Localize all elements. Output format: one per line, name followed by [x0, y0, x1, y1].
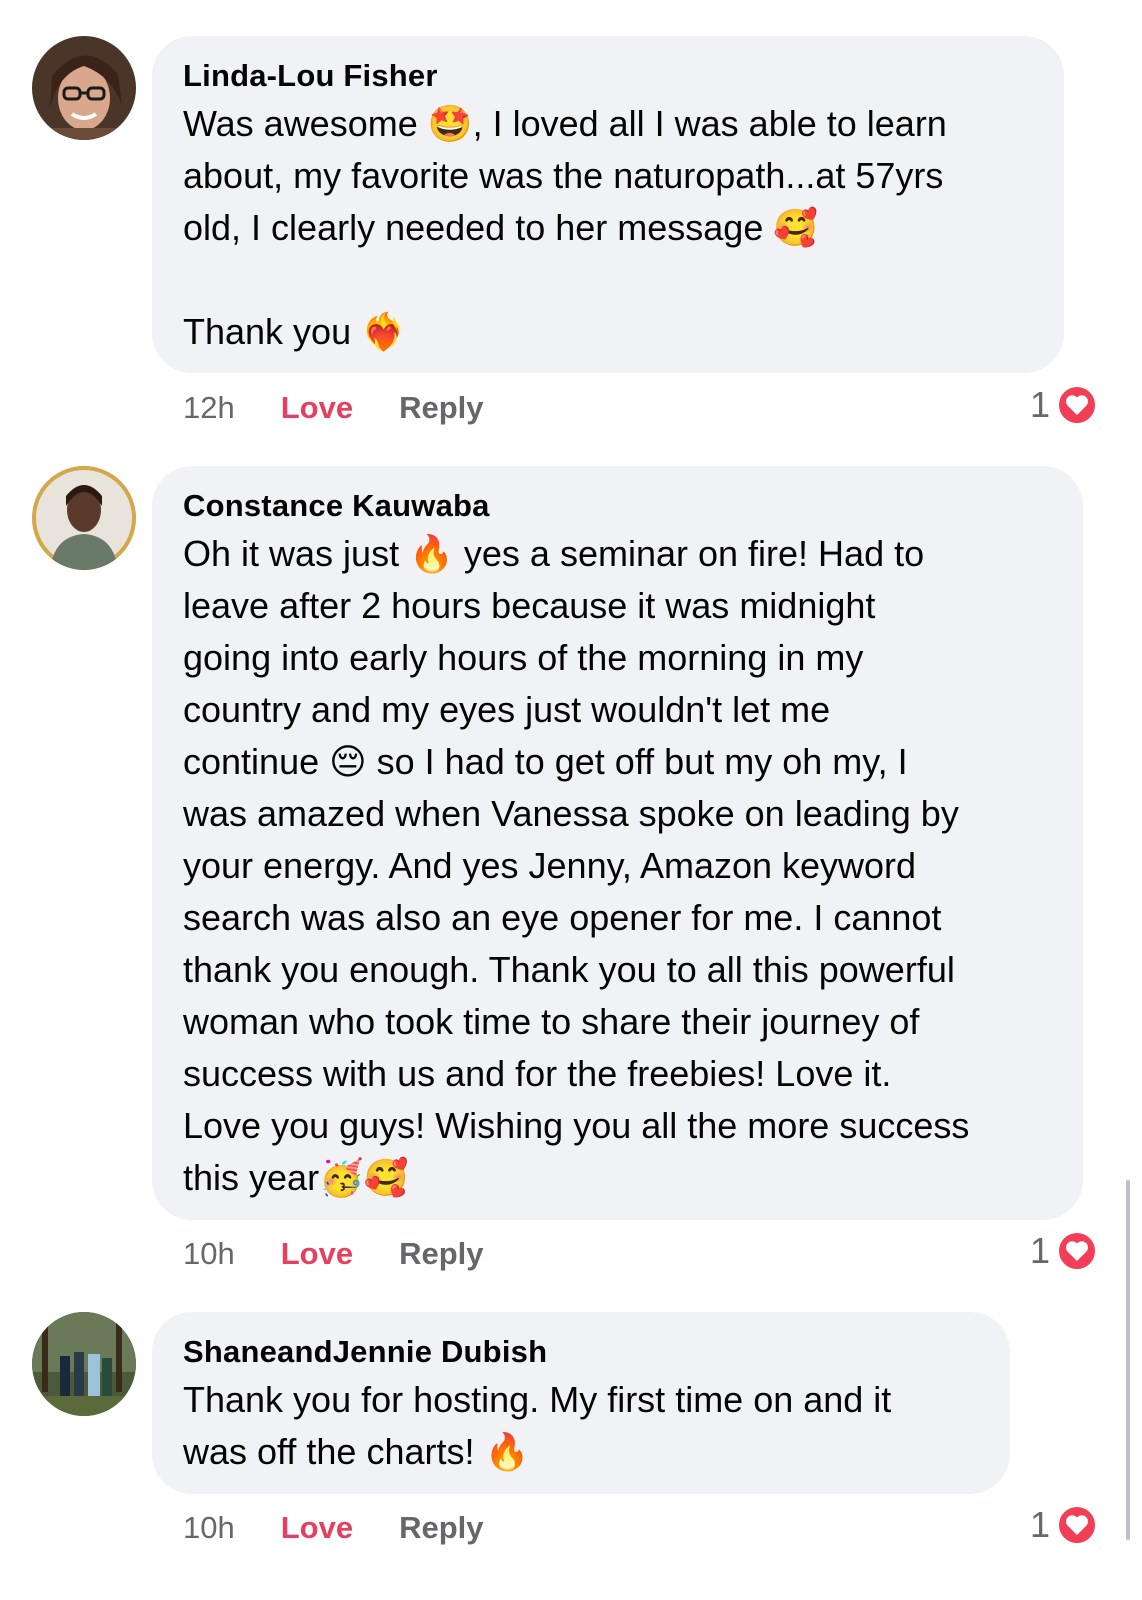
comment-actions: 12h Love Reply [183, 388, 484, 428]
comment-actions: 10h Love Reply [183, 1234, 484, 1274]
reply-button[interactable]: Reply [399, 1234, 483, 1274]
avatar[interactable] [32, 36, 136, 140]
love-button[interactable]: Love [281, 388, 353, 428]
comment-timestamp[interactable]: 10h [183, 1508, 235, 1548]
love-button[interactable]: Love [281, 1234, 353, 1274]
reaction-summary[interactable]: 1 [1030, 1230, 1098, 1272]
profile-photo-icon [32, 36, 136, 140]
love-button[interactable]: Love [281, 1508, 353, 1548]
comment-author[interactable]: Constance Kauwaba [183, 488, 1053, 524]
comment-author[interactable]: ShaneandJennie Dubish [183, 1334, 980, 1370]
scrollbar[interactable] [1126, 1180, 1130, 1540]
avatar[interactable] [32, 1312, 136, 1416]
reply-button[interactable]: Reply [399, 1508, 483, 1548]
reaction-count: 1 [1029, 1230, 1050, 1271]
comment-timestamp[interactable]: 12h [183, 388, 235, 428]
comment-author[interactable]: Linda-Lou Fisher [183, 58, 1034, 94]
heart-icon [1056, 1230, 1098, 1272]
reply-button[interactable]: Reply [399, 388, 483, 428]
reaction-count: 1 [1029, 384, 1050, 425]
profile-photo-icon [32, 1312, 136, 1416]
comment-text: Oh it was just 🔥 yes a seminar on fire! … [183, 533, 970, 1198]
profile-photo-icon [32, 466, 136, 570]
comment-bubble: Constance Kauwaba Oh it was just 🔥 yes a… [152, 466, 1083, 1220]
reaction-summary[interactable]: 1 [1030, 1504, 1098, 1546]
comment-timestamp[interactable]: 10h [183, 1234, 235, 1274]
comment-bubble: ShaneandJennie Dubish Thank you for host… [152, 1312, 1010, 1494]
comment-text: Thank you for hosting. My first time on … [183, 1379, 892, 1472]
heart-icon [1056, 1504, 1098, 1546]
reaction-count: 1 [1029, 1504, 1050, 1545]
avatar[interactable] [32, 466, 136, 570]
comment-bubble: Linda-Lou Fisher Was awesome 🤩, I loved … [152, 36, 1064, 373]
comment-text: Was awesome 🤩, I loved all I was able to… [183, 103, 947, 352]
comment-actions: 10h Love Reply [183, 1508, 484, 1548]
reaction-summary[interactable]: 1 [1030, 384, 1098, 426]
heart-icon [1056, 384, 1098, 426]
